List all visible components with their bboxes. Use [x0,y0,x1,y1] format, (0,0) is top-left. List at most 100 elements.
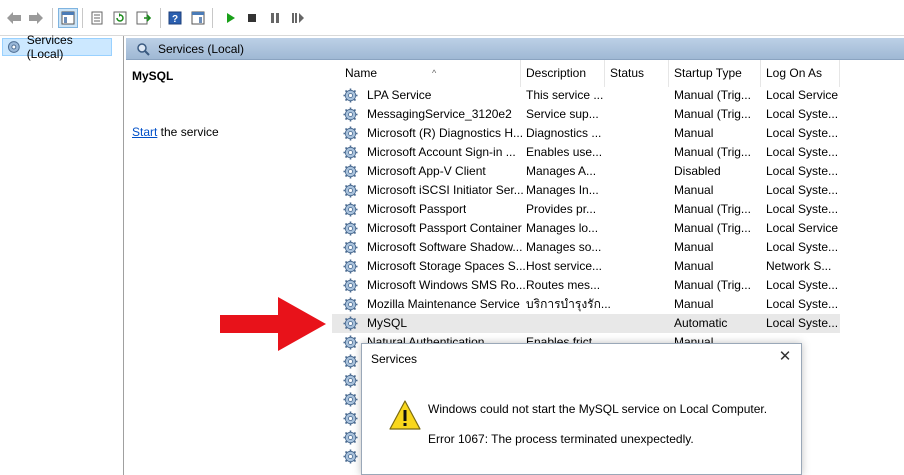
cell-desc: Enables use... [526,145,603,159]
service-gear-icon [342,448,359,465]
start-link[interactable]: Start [132,125,157,139]
selected-service-name: MySQL [132,69,174,83]
cell-logon: Local Syste... [766,297,839,311]
cell-startup: Manual (Trig... [674,202,751,216]
resume-icon[interactable] [288,8,308,28]
cell-desc: Routes mes... [526,278,601,292]
column-header-log-on-as[interactable]: Log On As [761,60,840,87]
error-dialog: Services ✕ Windows could not start the M… [361,343,802,475]
toolbar: ? [0,0,904,36]
stop-icon[interactable] [242,8,262,28]
column-header-status[interactable]: Status [605,60,669,87]
service-gear-icon [342,353,359,370]
service-row[interactable]: Microsoft Windows SMS Ro... Routes mes...… [332,276,840,295]
cell-name: Microsoft iSCSI Initiator Ser... [367,183,524,197]
service-row[interactable]: LPA Service This service ... Manual (Trig.… [332,86,840,105]
column-header-startup-type[interactable]: Startup Type [669,60,761,87]
show-hide-console-tree-icon[interactable] [58,8,78,28]
cell-startup: Automatic [674,316,728,330]
cell-logon: Local Service [766,88,839,102]
cell-startup: Manual [674,259,714,273]
service-row[interactable]: Microsoft Passport Provides pr... Manual (… [332,200,840,219]
search-icon [137,42,150,56]
cell-name: Microsoft Passport Container [367,221,522,235]
services-gear-icon [7,41,20,53]
cell-startup: Manual (Trig... [674,145,751,159]
cell-startup: Manual [674,240,714,254]
service-row[interactable]: Microsoft App-V Client Manages A... Disabl… [332,162,840,181]
service-gear-icon [342,239,359,256]
cell-name: Microsoft Account Sign-in ... [367,145,516,159]
service-gear-icon [342,144,359,161]
cell-name: MySQL [367,316,408,330]
service-gear-icon [342,220,359,237]
service-row[interactable]: Microsoft Passport Container Manages lo..… [332,219,840,238]
svg-text:?: ? [172,14,178,25]
cell-name: Microsoft App-V Client [367,164,486,178]
cell-logon: Local Syste... [766,126,839,140]
cell-desc: บริการบำรุงรัก... [526,297,611,311]
start-icon[interactable] [220,8,240,28]
column-header-name[interactable]: Name ^ [340,60,521,87]
forward-icon[interactable] [26,8,46,28]
cell-name: Microsoft Storage Spaces S... [367,259,526,273]
console-tree: Services (Local) [0,33,124,475]
cell-name: Mozilla Maintenance Service [367,297,520,311]
cell-startup: Disabled [674,164,721,178]
service-row[interactable]: Mozilla Maintenance Service บริการบำรุงรั… [332,295,840,314]
service-gear-icon [342,296,359,313]
start-link-rest: the service [157,125,219,139]
sort-ascending-icon: ^ [432,68,437,78]
service-row[interactable]: Microsoft iSCSI Initiator Ser... Manages … [332,181,840,200]
cell-desc: Provides pr... [526,202,597,216]
cell-logon: Local Syste... [766,202,839,216]
pause-icon[interactable] [265,8,285,28]
dialog-error-code: Error 1067: The process terminated unexp… [428,432,694,446]
service-gear-icon [342,125,359,142]
tree-item-label: Services (Local) [26,33,73,61]
service-row[interactable]: Microsoft Storage Spaces S... Host servic… [332,257,840,276]
service-gear-icon [342,258,359,275]
pane-header: Services (Local) [126,38,904,60]
cell-logon: Local Syste... [766,316,839,330]
cell-startup: Manual (Trig... [674,107,751,121]
service-row[interactable]: Microsoft Software Shadow... Manages so..… [332,238,840,257]
export-list-icon[interactable] [134,8,154,28]
cell-desc: Manages A... [526,164,597,178]
cell-logon: Local Syste... [766,107,839,121]
red-arrow-icon [220,297,326,351]
cell-startup: Manual [674,183,714,197]
cell-startup: Manual [674,126,714,140]
cell-startup: Manual [674,297,714,311]
tree-item-services-local[interactable]: Services (Local) [2,33,112,61]
service-row[interactable]: MySQL Automatic Local Syste... [332,314,840,333]
service-row[interactable]: Microsoft (R) Diagnostics H... Diagnostic… [332,124,840,143]
show-action-pane-icon[interactable] [188,8,208,28]
cell-startup: Manual (Trig... [674,278,751,292]
cell-logon: Local Syste... [766,164,839,178]
service-gear-icon [342,372,359,389]
warning-icon [389,400,421,430]
service-row[interactable]: Microsoft Account Sign-in ... Enables use… [332,143,840,162]
refresh-icon[interactable] [110,8,130,28]
cell-desc: Manages In... [526,183,599,197]
cell-desc: Host service... [526,259,603,273]
service-gear-icon [342,277,359,294]
back-icon[interactable] [4,8,24,28]
service-gear-icon [342,87,359,104]
cell-name: LPA Service [367,88,432,102]
service-gear-icon [342,106,359,123]
service-gear-icon [342,334,359,351]
service-gear-icon [342,315,359,332]
cell-desc: Diagnostics ... [526,126,602,140]
cell-desc: Service sup... [526,107,599,121]
column-header-description[interactable]: Description [521,60,605,87]
help-icon[interactable]: ? [165,8,185,28]
service-gear-icon [342,201,359,218]
properties-icon[interactable] [87,8,107,28]
cell-logon: Local Syste... [766,240,839,254]
service-gear-icon [342,410,359,427]
close-icon[interactable]: ✕ [777,349,793,365]
service-row[interactable]: MessagingService_3120e2 Service sup... Man… [332,105,840,124]
service-gear-icon [342,163,359,180]
